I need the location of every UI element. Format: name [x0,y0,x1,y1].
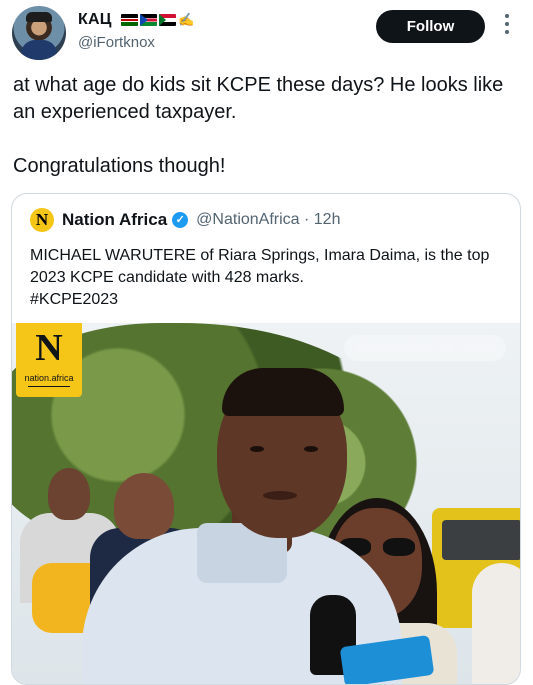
avatar-hat [26,12,52,22]
photo-person [114,473,174,539]
hand-emoji-icon: ✍ [178,12,195,27]
sudan-flag-icon [159,14,176,26]
nation-africa-logo: N nation.africa [16,323,82,397]
quoted-tweet-photo[interactable]: N nation.africa November 23, 2023 [12,323,520,684]
quoted-tweet-body: MICHAEL WARUTERE of Riara Springs, Imara… [30,247,490,286]
quoted-author-handle-time: @NationAfrica · 12h [196,211,341,228]
tweet-line-2: Congratulations though! [13,155,226,177]
author-handle[interactable]: @iFortknox [78,34,155,51]
photo-boy-eye [250,446,264,452]
author-name[interactable]: КАЦ [78,11,112,29]
logo-underline [28,386,70,387]
logo-letter: N [35,327,63,369]
logo-text: nation.africa [24,373,74,383]
photo-boy-hair [222,368,344,416]
nation-africa-avatar[interactable]: N [30,208,54,232]
south-sudan-flag-icon [140,14,157,26]
more-dot [505,22,509,26]
avatar[interactable] [12,6,66,60]
more-options-icon[interactable] [502,14,512,40]
quoted-tweet-hashtag[interactable]: #KCPE2023 [30,289,508,311]
quoted-tweet-header: N Nation Africa ✓ @NationAfrica · 12h [30,208,340,232]
verified-badge-icon: ✓ [172,212,189,228]
quoted-tweet-text: MICHAEL WARUTERE of Riara Springs, Imara… [30,245,508,311]
follow-button[interactable]: Follow [376,10,485,43]
tweet-line-1: at what age do kids sit KCPE these days?… [13,74,504,123]
photo-date-stamp: November 23, 2023 [344,335,506,361]
photo-person [48,468,90,520]
avatar-body [21,40,57,60]
sunglass-lens [383,538,415,556]
kenya-flag-icon [121,14,138,26]
tweet-text: at what age do kids sit KCPE these days?… [13,72,523,180]
more-dot [505,30,509,34]
quoted-author-name[interactable]: Nation Africa [62,210,167,230]
flag-emojis: ✍ [121,12,199,28]
more-dot [505,14,509,18]
photo-boy-eye [304,446,318,452]
quoted-tweet[interactable]: N Nation Africa ✓ @NationAfrica · 12h MI… [11,193,521,685]
tweet-header: КАЦ ✍ @iFortknox Follow [0,0,533,66]
photo-boy-mouth [263,491,297,500]
